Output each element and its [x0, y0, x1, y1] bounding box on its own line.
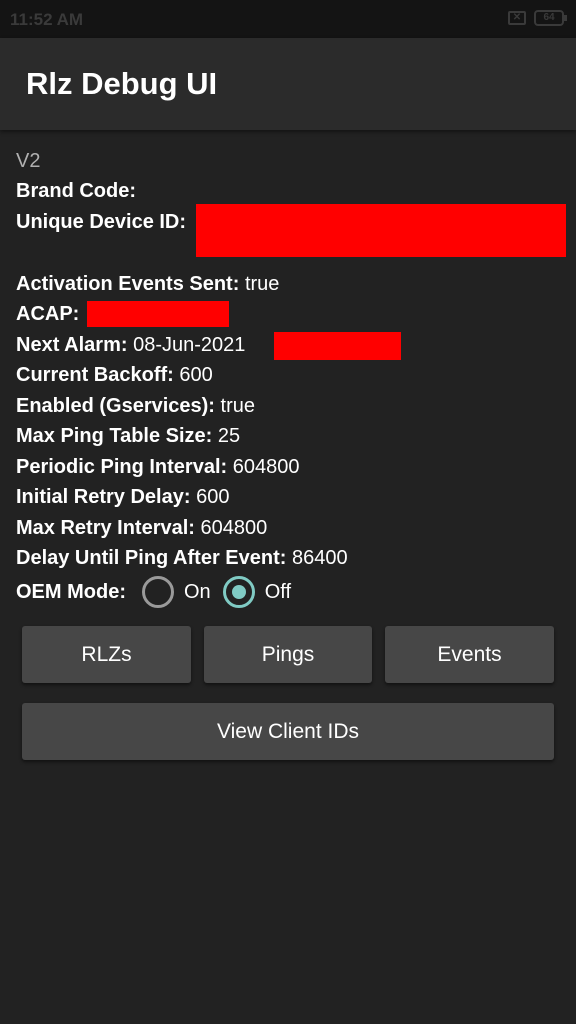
periodic-ping-interval-label: Periodic Ping Interval:: [16, 455, 228, 478]
oem-mode-row: OEM Mode: On Off: [16, 574, 303, 610]
sim-off-icon: ✕: [508, 11, 526, 25]
max-retry-interval-value: 604800: [200, 516, 268, 539]
battery-level: 64: [543, 12, 555, 23]
delay-until-ping-value: 86400: [291, 547, 348, 569]
max-ping-table-size-row: Max Ping Table Size: 25: [16, 421, 564, 452]
activation-events-sent-row: Activation Events Sent: true: [16, 269, 564, 300]
redacted-acap: [87, 301, 229, 327]
next-alarm-label: Next Alarm:: [16, 333, 128, 356]
oem-off-radio[interactable]: [222, 576, 255, 608]
oem-off-label[interactable]: Off: [265, 581, 291, 604]
delay-until-ping-label: Delay Until Ping After Event:: [16, 547, 287, 569]
oem-on-label[interactable]: On: [184, 581, 211, 604]
max-retry-interval-label: Max Retry Interval:: [16, 516, 195, 539]
max-ping-table-size-value: 25: [217, 425, 241, 447]
max-ping-table-size-label: Max Ping Table Size:: [16, 425, 213, 447]
view-client-ids-button[interactable]: View Client IDs: [22, 703, 554, 760]
app-title: Rlz Debug UI: [26, 66, 218, 101]
pings-button[interactable]: Pings: [204, 626, 372, 683]
activation-events-sent-label: Activation Events Sent:: [16, 272, 240, 295]
current-backoff-value: 600: [179, 364, 213, 386]
version-label: V2: [16, 150, 41, 172]
periodic-ping-interval-row: Periodic Ping Interval: 604800: [16, 452, 564, 483]
oem-mode-label: OEM Mode:: [16, 580, 126, 603]
next-alarm-row: Next Alarm: 08-Jun-2021: [16, 330, 564, 361]
delay-until-ping-row: Delay Until Ping After Event: 86400: [16, 543, 564, 574]
current-backoff-label: Current Backoff:: [16, 364, 174, 386]
app-bar: Rlz Debug UI: [0, 38, 576, 130]
enabled-gservices-value: true: [220, 394, 255, 417]
status-time: 11:52 AM: [10, 10, 84, 29]
brand-code-label: Brand Code:: [16, 180, 136, 202]
redacted-alarm-time: [274, 331, 401, 360]
unique-device-id-label: Unique Device ID:: [16, 210, 187, 233]
oem-on-radio[interactable]: [142, 576, 174, 608]
initial-retry-delay-value: 600: [196, 486, 230, 508]
rlzs-button[interactable]: RLZs: [22, 626, 191, 683]
events-button[interactable]: Events: [385, 626, 554, 683]
next-alarm-value: 08-Jun-2021: [133, 333, 246, 356]
current-backoff-row: Current Backoff: 600: [16, 360, 564, 391]
enabled-gservices-label: Enabled (Gservices):: [16, 394, 215, 417]
enabled-gservices-row: Enabled (Gservices): true: [16, 391, 564, 422]
redacted-device-id: [196, 203, 566, 257]
debug-info: V2 Brand Code: Unique Device ID: Activat…: [16, 148, 566, 574]
battery-icon: 64: [534, 10, 567, 26]
status-bar: 11:52 AM ✕ 64: [0, 0, 576, 38]
brand-code-row: Brand Code:: [16, 176, 564, 207]
periodic-ping-interval-value: 604800: [232, 455, 300, 478]
max-retry-interval-row: Max Retry Interval: 604800: [16, 513, 564, 544]
acap-label: ACAP:: [16, 303, 80, 325]
unique-device-id-row: Unique Device ID:: [16, 203, 566, 269]
status-icons: ✕ 64: [508, 10, 567, 26]
initial-retry-delay-row: Initial Retry Delay: 600: [16, 482, 564, 513]
initial-retry-delay-label: Initial Retry Delay:: [16, 486, 191, 508]
acap-row: ACAP:: [16, 299, 564, 330]
activation-events-sent-value: true: [244, 272, 280, 295]
